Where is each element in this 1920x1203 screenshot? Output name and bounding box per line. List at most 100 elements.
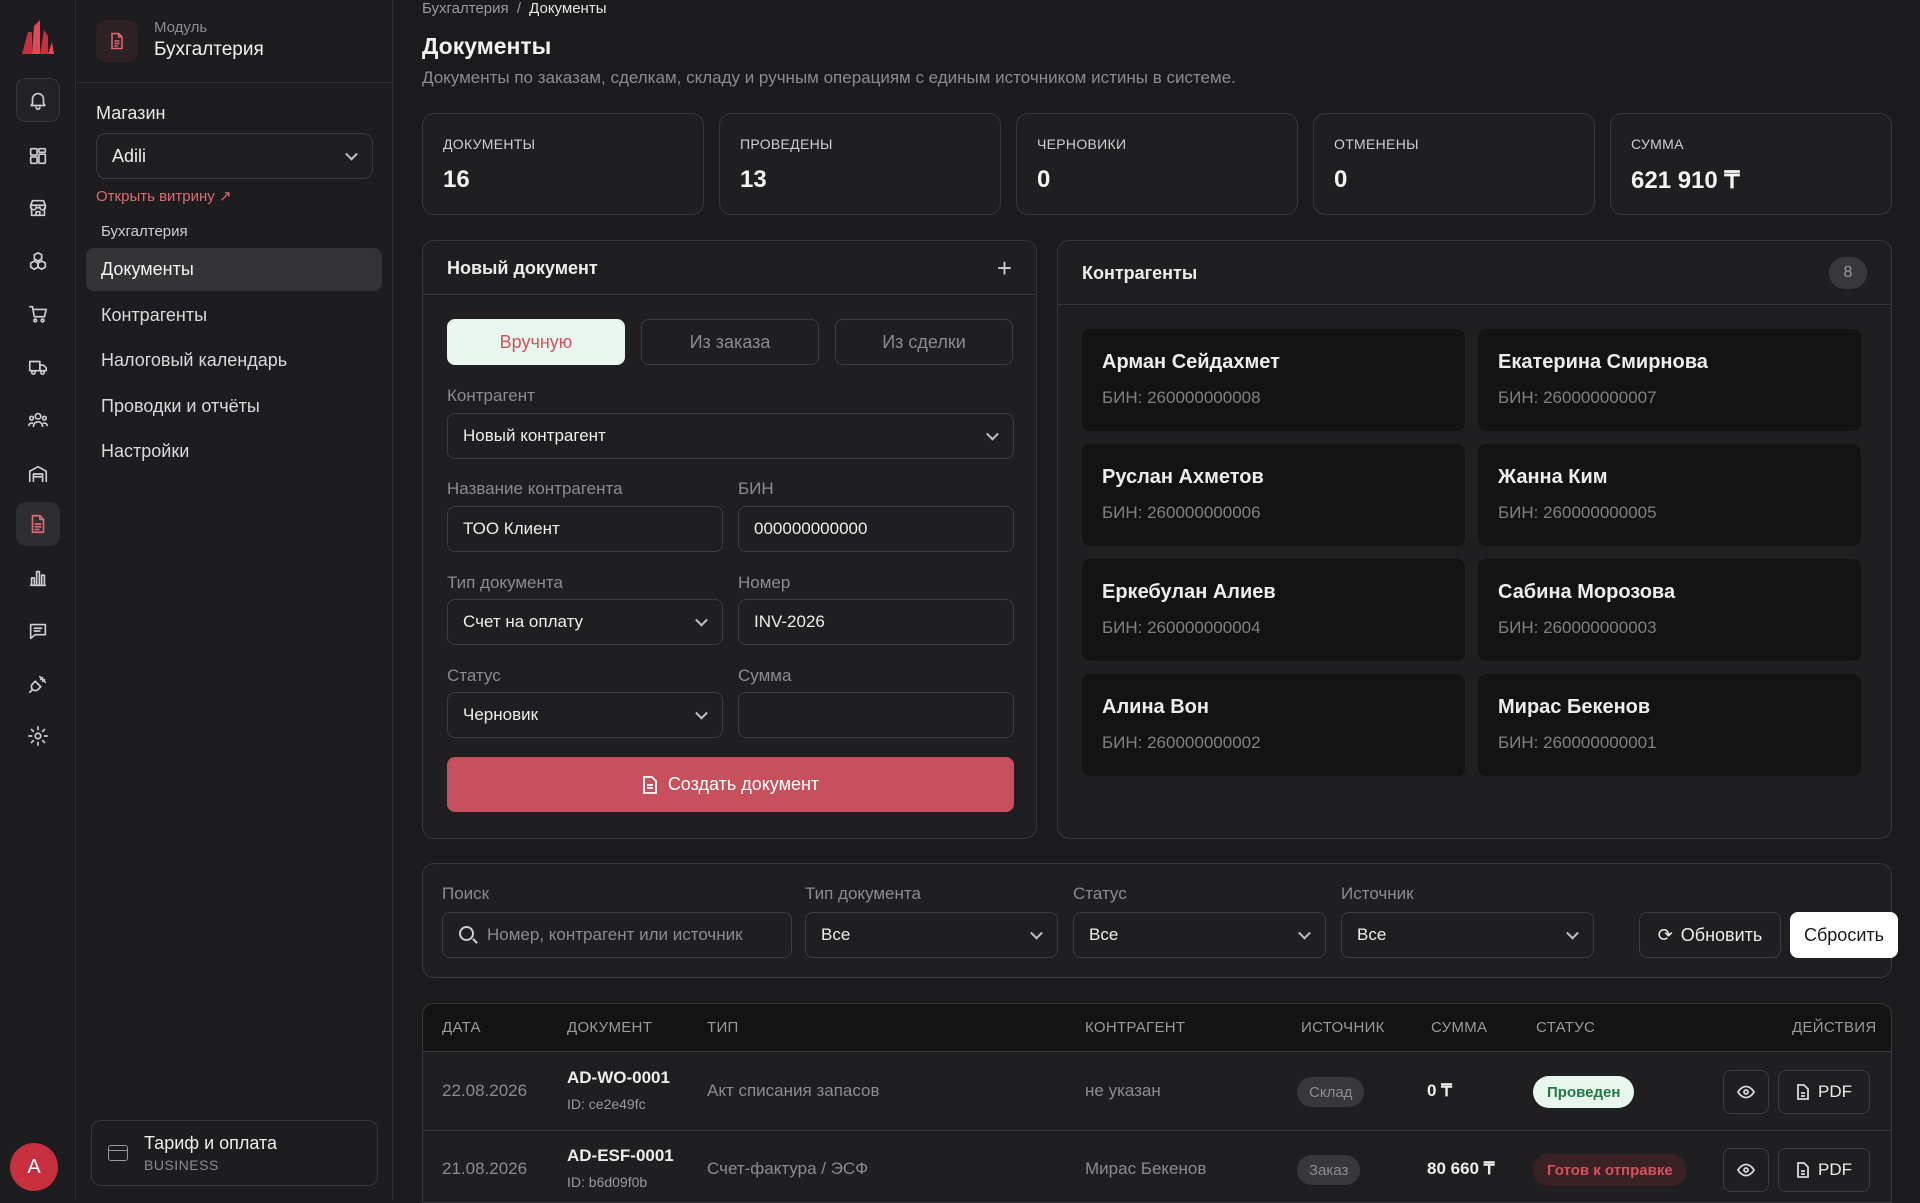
document-icon — [642, 775, 657, 794]
breadcrumb-parent[interactable]: Бухгалтерия — [422, 0, 509, 17]
counterparty-tile[interactable]: Арман Сейдахмет БИН: 260000000008 — [1082, 329, 1465, 431]
rail-analytics[interactable] — [16, 556, 60, 600]
user-avatar[interactable]: A — [10, 1143, 58, 1191]
rail-delivery[interactable] — [16, 345, 60, 389]
truck-icon — [28, 360, 48, 375]
stat-label: ОТМЕНЕНЫ — [1334, 136, 1419, 152]
rail-products[interactable] — [16, 239, 60, 283]
rail-customers[interactable] — [16, 398, 60, 442]
pdf-button[interactable]: PDF — [1778, 1148, 1870, 1192]
store-icon — [29, 199, 47, 217]
table-row[interactable]: 22.08.2026 AD-WO-0001 ID: ce2e49fc Акт с… — [423, 1053, 1891, 1131]
number-input[interactable]: INV-2026 — [738, 599, 1014, 645]
rail-warehouse[interactable] — [16, 452, 60, 496]
rail-orders[interactable] — [16, 292, 60, 336]
open-storefront-link[interactable]: Открыть витрину ↗ — [96, 187, 232, 205]
module-caption: Модуль — [154, 19, 208, 36]
notifications-button[interactable] — [16, 78, 60, 122]
rail-dashboard[interactable] — [16, 134, 60, 178]
rail-messages[interactable] — [16, 609, 60, 653]
filter-type-select[interactable]: Все — [805, 912, 1058, 958]
counterparty-tile[interactable]: Еркебулан Алиев БИН: 260000000004 — [1082, 559, 1465, 661]
status-value: Черновик — [463, 705, 539, 724]
stat-value: 0 — [1334, 166, 1348, 193]
row-document-id: ID: b6d09f0b — [567, 1174, 648, 1190]
search-input[interactable]: Номер, контрагент или источник — [442, 912, 792, 958]
counterparty-tile[interactable]: Алина Вон БИН: 260000000002 — [1082, 674, 1465, 776]
document-icon — [31, 514, 45, 534]
eye-icon — [1737, 1085, 1755, 1099]
refresh-label: Обновить — [1680, 924, 1763, 945]
col-sum[interactable]: СУММА — [1431, 1019, 1487, 1036]
rail-accounting[interactable] — [16, 502, 60, 546]
filter-status-label: Статус — [1073, 884, 1127, 903]
counterparty-tile[interactable]: Мирас Бекенов БИН: 260000000001 — [1478, 674, 1861, 776]
mode-from-deal-button[interactable]: Из сделки — [835, 319, 1013, 365]
col-type[interactable]: ТИП — [707, 1019, 739, 1036]
counterparty-bin: БИН: 260000000007 — [1498, 388, 1657, 407]
row-counterparty: не указан — [1085, 1081, 1161, 1100]
document-type-select[interactable]: Счет на оплату — [447, 599, 723, 645]
col-counterparty[interactable]: КОНТРАГЕНТ — [1085, 1019, 1185, 1036]
sum-input[interactable] — [738, 692, 1014, 738]
counterparty-tile[interactable]: Руслан Ахметов БИН: 260000000006 — [1082, 444, 1465, 546]
sidebar-item-settings[interactable]: Настройки — [86, 430, 382, 473]
counterparty-tile[interactable]: Жанна Ким БИН: 260000000005 — [1478, 444, 1861, 546]
filter-source-label: Источник — [1341, 884, 1414, 903]
plan-title: Тариф и оплата — [144, 1133, 278, 1153]
counterparty-tile[interactable]: Екатерина Смирнова БИН: 260000000007 — [1478, 329, 1861, 431]
col-document[interactable]: ДОКУМЕНТ — [567, 1019, 652, 1036]
bar-chart-icon — [29, 570, 47, 587]
view-button[interactable] — [1723, 1148, 1769, 1192]
mode-from-order-button[interactable]: Из заказа — [641, 319, 819, 365]
pdf-button[interactable]: PDF — [1778, 1070, 1870, 1114]
row-document-number[interactable]: AD-WO-0001 — [567, 1068, 670, 1088]
filter-source-value: Все — [1357, 925, 1387, 944]
sidebar-item-documents[interactable]: Документы — [86, 248, 382, 291]
col-source[interactable]: ИСТОЧНИК — [1301, 1019, 1385, 1036]
plan-billing-button[interactable]: Тариф и оплата BUSINESS — [91, 1120, 378, 1186]
pdf-label: PDF — [1818, 1160, 1852, 1179]
sidebar-item-counterparties[interactable]: Контрагенты — [86, 294, 382, 337]
cart-icon — [28, 305, 48, 323]
eye-icon — [1737, 1163, 1755, 1177]
row-date: 22.08.2026 — [442, 1081, 528, 1100]
counterparty-label: Контрагент — [447, 386, 535, 405]
counterparty-bin: БИН: 260000000005 — [1498, 503, 1657, 522]
bin-input[interactable]: 000000000000 — [738, 506, 1014, 552]
reset-button[interactable]: Сбросить — [1790, 912, 1898, 958]
stat-drafts: ЧЕРНОВИКИ 0 — [1016, 113, 1298, 215]
table-header: ДАТА ДОКУМЕНТ ТИП КОНТРАГЕНТ ИСТОЧНИК СУ… — [423, 1004, 1891, 1052]
counterparty-name: Арман Сейдахмет — [1102, 351, 1280, 373]
counterparty-select[interactable]: Новый контрагент — [447, 413, 1014, 459]
stat-label: СУММА — [1631, 136, 1684, 152]
store-select[interactable]: Adili — [96, 133, 373, 179]
sidebar-item-entries-reports[interactable]: Проводки и отчёты — [86, 385, 382, 428]
mode-manual-button[interactable]: Вручную — [447, 319, 625, 365]
stat-label: ДОКУМЕНТЫ — [443, 136, 536, 152]
number-label: Номер — [738, 573, 791, 592]
counterparty-tile[interactable]: Сабина Морозова БИН: 260000000003 — [1478, 559, 1861, 661]
col-status[interactable]: СТАТУС — [1536, 1019, 1595, 1036]
rail-settings[interactable] — [16, 714, 60, 758]
table-row[interactable]: 21.08.2026 AD-ESF-0001 ID: b6d09f0b Счет… — [423, 1131, 1891, 1202]
row-status-badge: Проведен — [1533, 1076, 1635, 1108]
status-select[interactable]: Черновик — [447, 692, 723, 738]
refresh-button[interactable]: ⟳ Обновить — [1639, 912, 1781, 958]
rail-store[interactable] — [16, 186, 60, 230]
view-button[interactable] — [1723, 1070, 1769, 1114]
counterparty-name: Жанна Ким — [1498, 466, 1608, 488]
filter-status-value: Все — [1089, 925, 1119, 944]
filter-source-select[interactable]: Все — [1341, 912, 1594, 958]
counterparty-bin: БИН: 260000000004 — [1102, 618, 1261, 637]
create-document-button[interactable]: Создать документ — [447, 757, 1014, 812]
breadcrumb: Бухгалтерия / Документы — [422, 0, 606, 17]
col-date[interactable]: ДАТА — [442, 1019, 481, 1036]
plus-icon[interactable]: + — [997, 255, 1012, 281]
counterparty-bin: БИН: 260000000008 — [1102, 388, 1261, 407]
sidebar-item-tax-calendar[interactable]: Налоговый календарь — [86, 339, 382, 382]
rail-integrations[interactable] — [16, 662, 60, 706]
filter-status-select[interactable]: Все — [1073, 912, 1326, 958]
counterparty-name-input[interactable]: ТОО Клиент — [447, 506, 723, 552]
row-document-number[interactable]: AD-ESF-0001 — [567, 1146, 674, 1166]
